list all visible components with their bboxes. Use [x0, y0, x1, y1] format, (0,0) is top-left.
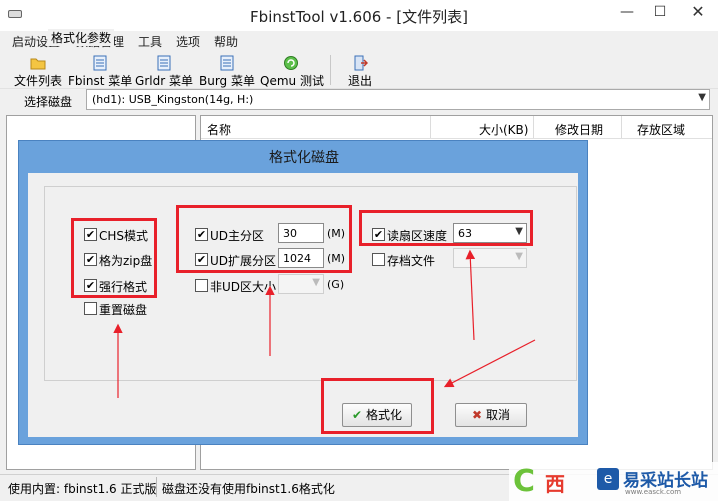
watermark-logo: C 西 e 易采站长站 www.easck.com: [509, 462, 718, 501]
watermark-c-icon: C: [513, 464, 536, 499]
status-divider: [156, 477, 157, 497]
watermark-url: www.easck.com: [625, 488, 682, 496]
annotation-arrows: [113, 249, 536, 398]
status-fbinst-version: 使用内置: fbinst1.6 正式版: [8, 482, 157, 496]
status-disk-message: 磁盘还没有使用fbinst1.6格式化: [162, 482, 335, 496]
watermark-xi-text: 西: [545, 472, 565, 496]
watermark-e-icon: e: [597, 468, 619, 490]
annotation-arrow: [443, 339, 536, 388]
annotation-arrow: [465, 249, 476, 341]
